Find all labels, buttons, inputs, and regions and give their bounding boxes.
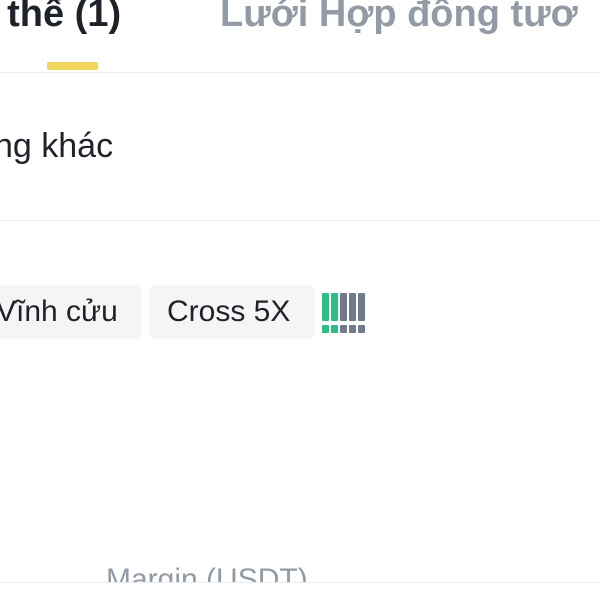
risk-bar — [322, 293, 329, 321]
risk-bar — [358, 293, 365, 321]
risk-dot — [340, 325, 347, 333]
risk-bar — [331, 293, 338, 321]
risk-dot — [358, 325, 365, 333]
tab-bar: ị thế (1) Lưới Hợp đồng tươ — [0, 0, 600, 73]
tab-positions[interactable]: ị thế (1) — [0, 0, 121, 42]
contract-type-badge: Vĩnh cửu — [0, 285, 141, 339]
risk-dot — [331, 325, 338, 333]
risk-meter-icon — [322, 293, 366, 335]
divider — [0, 582, 600, 600]
page: ị thế (1) Lưới Hợp đồng tươ ng khác Vĩnh… — [0, 0, 600, 600]
risk-bar — [349, 293, 356, 321]
risk-dot — [322, 325, 329, 333]
margin-mode-badge[interactable]: Cross 5X — [149, 285, 315, 339]
active-tab-indicator — [47, 62, 98, 70]
filter-row[interactable]: ng khác — [0, 72, 600, 221]
risk-bar — [340, 293, 347, 321]
filter-label[interactable]: ng khác — [0, 124, 113, 168]
risk-dot — [349, 325, 356, 333]
tab-futures-grid[interactable]: Lưới Hợp đồng tươ — [220, 0, 578, 42]
